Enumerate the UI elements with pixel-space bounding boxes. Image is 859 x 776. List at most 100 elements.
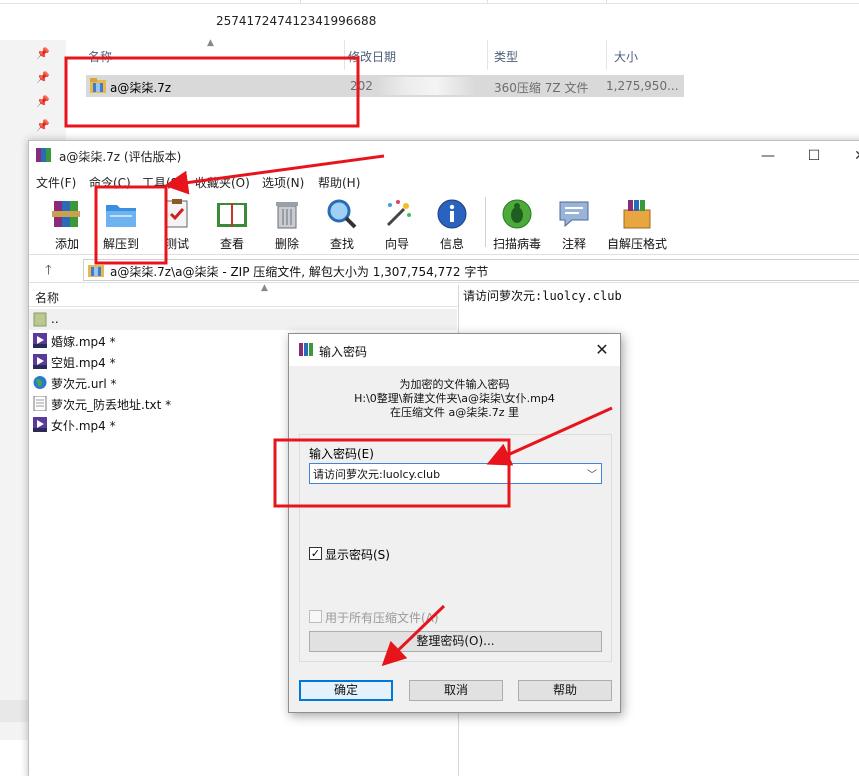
- use-for-all-label[interactable]: 用于所有压缩文件(A): [325, 609, 439, 626]
- virus-scan-button[interactable]: 扫描病毒: [487, 195, 547, 253]
- password-dialog: 输入密码 ✕ 为加密的文件输入密码 H:\0整理\新建文件夹\a@柒柒\女仆.m…: [288, 333, 621, 713]
- winrar-app-icon: [299, 343, 313, 356]
- cancel-button[interactable]: 取消: [409, 680, 503, 701]
- explorer-top-strip: [0, 0, 859, 4]
- extract-to-label: 解压到: [102, 237, 139, 251]
- winrar-titlebar[interactable]: a@柒柒.7z (评估版本) — ☐ ✕: [29, 141, 859, 171]
- comment-icon: [559, 201, 589, 228]
- test-button[interactable]: 测试: [147, 195, 207, 253]
- menu-file[interactable]: 文件(F): [36, 174, 76, 191]
- menu-tools[interactable]: 工具(S): [142, 174, 183, 191]
- sfx-box-icon: [623, 200, 651, 229]
- minimize-button[interactable]: —: [745, 143, 791, 169]
- chevron-down-icon[interactable]: ﹀: [585, 466, 599, 481]
- add-button[interactable]: 添加: [37, 195, 97, 253]
- file-name: a@柒柒.7z: [110, 81, 172, 95]
- view-book-icon: [217, 203, 247, 227]
- wizard-label: 向导: [384, 237, 409, 251]
- show-password-checkbox[interactable]: ✓: [309, 547, 322, 560]
- info-button[interactable]: 信息: [422, 195, 482, 253]
- archive-comment: 请访问萝次元:luolcy.club: [463, 289, 622, 303]
- dialog-title: 输入密码: [319, 345, 368, 359]
- mp4-file-icon: [33, 417, 47, 432]
- close-button[interactable]: ✕: [837, 143, 859, 169]
- divider: [606, 40, 607, 70]
- pin-icon[interactable]: 📌: [36, 48, 50, 60]
- toolbar-divider: [485, 197, 486, 247]
- column-name[interactable]: 名称: [88, 48, 112, 65]
- delete-label: 删除: [274, 237, 299, 251]
- column-name[interactable]: 名称: [35, 289, 59, 306]
- file-name: 萝次元_防丢地址.txt *: [51, 398, 172, 412]
- archive-file-icon: [90, 78, 106, 93]
- test-clipboard-icon: [166, 199, 188, 228]
- dialog-titlebar[interactable]: 输入密码 ✕: [289, 334, 620, 366]
- menu-help[interactable]: 帮助(H): [318, 174, 360, 191]
- view-button[interactable]: 查看: [202, 195, 262, 253]
- menu-commands[interactable]: 命令(C): [89, 174, 131, 191]
- divider: [344, 40, 345, 70]
- info-line: 为加密的文件输入密码: [399, 378, 510, 391]
- use-for-all-checkbox[interactable]: [309, 610, 322, 623]
- sfx-label: 自解压格式: [606, 237, 667, 251]
- info-label: 信息: [439, 237, 464, 251]
- file-name: 萝次元.url *: [51, 377, 117, 391]
- test-label: 测试: [164, 237, 189, 251]
- add-archive-icon: [52, 201, 80, 227]
- comment-button[interactable]: 注释: [544, 195, 604, 253]
- info-line: H:\0整理\新建文件夹\a@柒柒\女仆.mp4: [354, 392, 555, 405]
- mp4-file-icon: [33, 354, 47, 369]
- pin-icon[interactable]: 📌: [36, 120, 50, 132]
- wizard-wand-icon: [386, 200, 411, 227]
- winrar-app-icon: [36, 148, 52, 162]
- help-button[interactable]: 帮助: [518, 680, 612, 701]
- file-name: 空姐.mp4 *: [51, 356, 116, 370]
- menu-favorites[interactable]: 收藏夹(O): [195, 174, 250, 191]
- pin-icon[interactable]: 📌: [36, 96, 50, 108]
- screen: 257417247412341996688 📌 📌 📌 📌 ▲ 名称 修改日期 …: [0, 0, 859, 776]
- file-date: 202: [350, 79, 373, 93]
- toolbar: 添加 解压到 测试 查看 删除 查找 向导 信息 扫描病毒 注释 自解压格式: [29, 193, 859, 255]
- column-date[interactable]: 修改日期: [348, 48, 396, 65]
- password-input[interactable]: [310, 464, 580, 483]
- view-label: 查看: [219, 237, 244, 251]
- extract-to-button[interactable]: 解压到: [91, 195, 151, 253]
- sfx-button[interactable]: 自解压格式: [602, 195, 672, 253]
- explorer-file-row[interactable]: a@柒柒.7z 202 360压缩 7Z 文件 1,275,950...: [86, 75, 684, 97]
- maximize-button[interactable]: ☐: [791, 143, 837, 169]
- window-title: a@柒柒.7z (评估版本): [59, 150, 182, 164]
- virus-scan-label: 扫描病毒: [492, 237, 541, 251]
- show-password-label[interactable]: 显示密码(S): [325, 546, 390, 563]
- explorer-column-header: 名称 修改日期 类型 大小: [66, 40, 859, 72]
- password-label: 输入密码(E): [309, 447, 374, 461]
- nav-pane-item[interactable]: [0, 700, 28, 722]
- column-type[interactable]: 类型: [494, 48, 518, 65]
- explorer-filename-text: 257417247412341996688: [216, 14, 377, 28]
- file-name: ..: [51, 312, 59, 326]
- divider: [487, 40, 488, 70]
- info-icon: [437, 199, 467, 229]
- pin-icon[interactable]: 📌: [36, 72, 50, 84]
- info-line: 在压缩文件 a@柒柒.7z 里: [389, 406, 519, 419]
- file-size: 1,275,950...: [606, 79, 679, 93]
- divider: [606, 0, 607, 4]
- archive-file-icon: [88, 265, 104, 277]
- organize-passwords-button[interactable]: 整理密码(O)...: [309, 631, 602, 652]
- list-item[interactable]: ..: [29, 309, 457, 330]
- redacted-area: [376, 77, 476, 95]
- address-field[interactable]: a@柒柒.7z\a@柒柒 - ZIP 压缩文件, 解包大小为 1,307,754…: [83, 259, 859, 281]
- add-label: 添加: [54, 237, 79, 251]
- password-combobox[interactable]: ﹀: [309, 463, 602, 484]
- address-text: a@柒柒.7z\a@柒柒 - ZIP 压缩文件, 解包大小为 1,307,754…: [110, 265, 489, 279]
- menu-bar: 文件(F) 命令(C) 工具(S) 收藏夹(O) 选项(N) 帮助(H): [29, 171, 859, 193]
- file-name: 女仆.mp4 *: [51, 419, 116, 433]
- up-level-icon[interactable]: 🡑: [45, 261, 52, 283]
- wizard-button[interactable]: 向导: [367, 195, 427, 253]
- menu-options[interactable]: 选项(N): [262, 174, 304, 191]
- find-button[interactable]: 查找: [312, 195, 372, 253]
- column-size[interactable]: 大小: [614, 48, 638, 65]
- delete-button[interactable]: 删除: [257, 195, 317, 253]
- dialog-close-button[interactable]: ✕: [588, 338, 616, 362]
- ok-button[interactable]: 确定: [299, 680, 393, 701]
- delete-trash-icon: [276, 202, 298, 229]
